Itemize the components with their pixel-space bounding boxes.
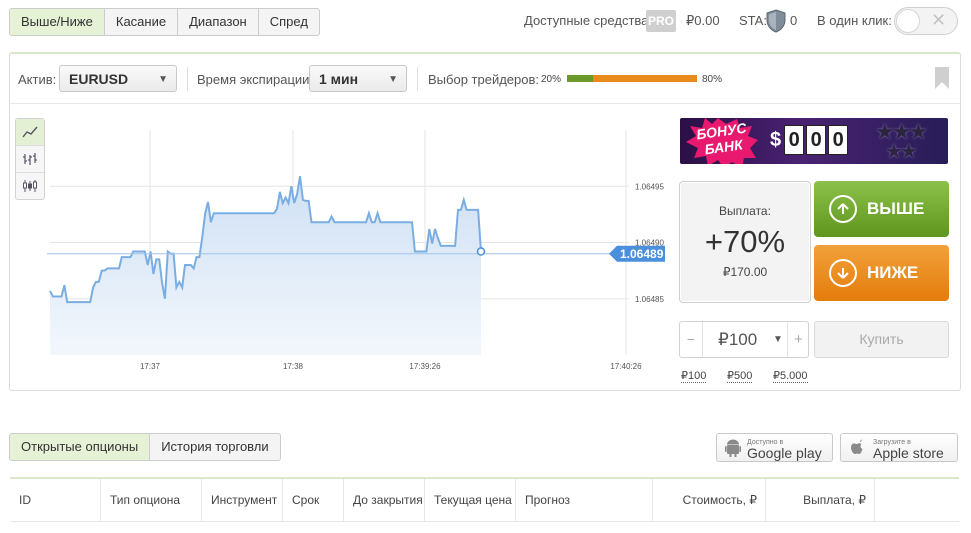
divider bbox=[10, 103, 960, 104]
column-spacer bbox=[875, 479, 959, 521]
column-time-to-close[interactable]: До закрытия bbox=[344, 479, 425, 521]
current-price-value: 1.06489 bbox=[620, 247, 664, 261]
expiry-value: 1 мин bbox=[319, 71, 359, 87]
amount-stepper: − ₽100 ▼ + bbox=[679, 321, 809, 358]
line-chart-icon[interactable] bbox=[16, 119, 44, 146]
tab-trade-history[interactable]: История торговли bbox=[150, 434, 279, 460]
column-term[interactable]: Срок bbox=[283, 479, 344, 521]
toggle-knob bbox=[896, 9, 920, 33]
apple-store-button[interactable]: Загрузите в Apple store bbox=[840, 433, 958, 462]
funds-label: Доступные средства: bbox=[524, 13, 653, 28]
arrow-up-icon bbox=[829, 195, 857, 223]
payout-percent: +70% bbox=[704, 224, 786, 259]
apple-store-label: Apple store bbox=[873, 444, 944, 461]
bonus-currency: $ bbox=[770, 128, 782, 151]
payout-box: Выплата: +70% ₽170.00 bbox=[679, 181, 811, 303]
arrow-down-icon bbox=[829, 259, 857, 287]
sta-value: 0 bbox=[790, 13, 798, 28]
payout-label: Выплата: bbox=[719, 204, 771, 218]
tab-higher-lower[interactable]: Выше/Ниже bbox=[10, 9, 105, 35]
amount-minus-button[interactable]: − bbox=[680, 322, 703, 357]
apple-icon bbox=[851, 439, 863, 454]
asset-select[interactable]: EURUSD ▼ bbox=[59, 65, 177, 92]
sta-label: STA: bbox=[739, 13, 767, 28]
column-forecast[interactable]: Прогноз bbox=[516, 479, 653, 521]
candlestick-icon[interactable] bbox=[16, 173, 44, 199]
column-cost[interactable]: Стоимость, ₽ bbox=[653, 479, 766, 521]
options-table-header: ID Тип опциона Инструмент Срок До закрыт… bbox=[10, 477, 959, 522]
higher-button[interactable]: ВЫШЕ bbox=[814, 181, 949, 237]
asset-value: EURUSD bbox=[69, 71, 129, 87]
traders-left-pct: 20% bbox=[541, 74, 562, 85]
shield-icon bbox=[766, 9, 786, 38]
expiry-label: Время экспирации: bbox=[197, 72, 314, 87]
buy-button[interactable]: Купить bbox=[814, 321, 949, 358]
column-payout[interactable]: Выплата, ₽ bbox=[766, 479, 875, 521]
y-tick-label: 1.06485 bbox=[635, 295, 664, 304]
amount-plus-button[interactable]: + bbox=[787, 322, 809, 357]
column-current-price[interactable]: Текущая цена bbox=[425, 479, 516, 521]
star-icon: ★★ bbox=[885, 141, 918, 163]
android-icon bbox=[725, 439, 741, 457]
last-price-marker bbox=[476, 247, 486, 256]
current-price-tag: 1.06489 bbox=[609, 245, 665, 262]
google-play-button[interactable]: Доступно в Google play bbox=[716, 433, 833, 462]
options-tabs: Открытые опционы История торговли bbox=[9, 433, 281, 461]
bonus-digit: 0 bbox=[806, 125, 827, 155]
bonus-digit: 0 bbox=[828, 125, 849, 155]
price-chart[interactable]: 1.064951.064901.06485 17:37 17:38 17:39:26… bbox=[47, 125, 667, 375]
amount-preset-100[interactable]: ₽100 bbox=[681, 366, 707, 384]
bookmark-icon[interactable] bbox=[934, 66, 950, 95]
tab-range[interactable]: Диапазон bbox=[178, 9, 259, 35]
tab-touch[interactable]: Касание bbox=[105, 9, 179, 35]
chevron-down-icon[interactable]: ▼ bbox=[773, 322, 783, 357]
chart-type-tools bbox=[15, 118, 45, 200]
x-tick-label: 17:40:26 bbox=[610, 362, 642, 371]
lower-label: НИЖЕ bbox=[867, 263, 919, 282]
price-area bbox=[50, 176, 481, 355]
x-tick-label: 17:37 bbox=[140, 362, 161, 371]
column-option-type[interactable]: Тип опциона bbox=[101, 479, 202, 521]
traders-bar bbox=[567, 75, 697, 82]
close-icon: ✕ bbox=[931, 10, 947, 30]
bonus-counter: $ 0 0 0 bbox=[770, 125, 849, 155]
higher-label: ВЫШЕ bbox=[867, 199, 925, 218]
amount-preset-500[interactable]: ₽500 bbox=[727, 366, 753, 384]
funds-value: ₽0.00 bbox=[686, 13, 720, 28]
expiry-select[interactable]: 1 мин ▼ bbox=[309, 65, 407, 92]
column-instrument[interactable]: Инструмент bbox=[202, 479, 283, 521]
divider bbox=[417, 67, 418, 91]
asset-label: Актив: bbox=[18, 72, 57, 87]
column-id[interactable]: ID bbox=[10, 479, 101, 521]
chevron-down-icon: ▼ bbox=[158, 74, 168, 85]
pro-badge[interactable]: PRO bbox=[646, 10, 676, 32]
traders-bar-fill bbox=[567, 75, 593, 82]
bonus-bank-banner[interactable]: БОНУС БАНК $ 0 0 0 ★★★ ★★ bbox=[680, 118, 948, 164]
tab-open-options[interactable]: Открытые опционы bbox=[10, 434, 151, 460]
lower-button[interactable]: НИЖЕ bbox=[814, 245, 949, 301]
amount-input[interactable]: ₽100 bbox=[718, 322, 757, 357]
bonus-digit: 0 bbox=[784, 125, 805, 155]
bar-chart-icon[interactable] bbox=[16, 146, 44, 173]
payout-amount: ₽170.00 bbox=[722, 265, 768, 279]
one-click-toggle[interactable]: ✕ bbox=[894, 7, 958, 35]
option-type-tabs: Выше/Ниже Касание Диапазон Спред bbox=[9, 8, 320, 36]
y-tick-label: 1.06495 bbox=[635, 182, 664, 191]
traders-right-pct: 80% bbox=[702, 74, 723, 85]
divider bbox=[187, 67, 188, 91]
traders-label: Выбор трейдеров: bbox=[428, 72, 540, 87]
amount-preset-5000[interactable]: ₽5.000 bbox=[773, 366, 808, 384]
tab-spread[interactable]: Спред bbox=[259, 9, 319, 35]
google-play-label: Google play bbox=[747, 444, 822, 461]
x-tick-label: 17:39:26 bbox=[409, 362, 441, 371]
one-click-label: В один клик: bbox=[817, 13, 892, 28]
chevron-down-icon: ▼ bbox=[388, 74, 398, 85]
x-tick-label: 17:38 bbox=[283, 362, 304, 371]
